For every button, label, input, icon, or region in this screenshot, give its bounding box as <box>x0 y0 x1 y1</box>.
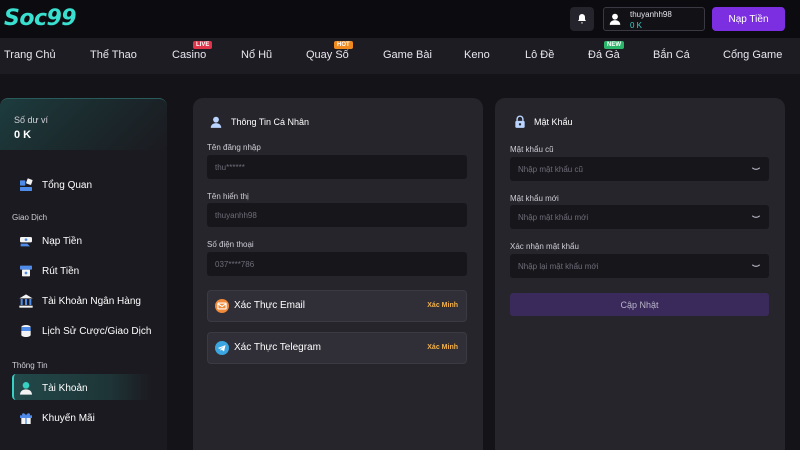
live-badge: LIVE <box>193 41 213 49</box>
sidebar-item-history[interactable]: Lịch Sử Cược/Giao Dịch <box>18 322 151 340</box>
telegram-verify-action[interactable]: Xác Minh <box>427 344 458 351</box>
sidebar-label: Tài Khoản <box>42 382 88 394</box>
sidebar-label: Tổng Quan <box>42 179 93 191</box>
sidebar-item-promotions[interactable]: Khuyến Mãi <box>18 409 95 427</box>
nav-label: Đá Gà <box>588 49 620 61</box>
overview-icon <box>20 178 33 191</box>
nav-item-sports[interactable]: Thể Thao <box>90 49 137 61</box>
sidebar-section-info: Thông Tin <box>12 361 48 370</box>
telegram-icon <box>215 341 229 355</box>
lock-icon <box>515 115 525 128</box>
username-label: Tên đăng nhập <box>207 143 261 152</box>
top-header: Soc99 thuyanhh98 0 K Nạp Tiền <box>0 0 800 38</box>
sidebar-item-account[interactable]: Tài Khoản <box>18 379 88 397</box>
hot-badge: HOT <box>334 41 353 49</box>
nav-label: Bắn Cá <box>653 49 690 61</box>
nav-label: Trang Chủ <box>4 49 56 61</box>
show-password-icon[interactable] <box>751 261 761 271</box>
show-password-icon[interactable] <box>751 212 761 222</box>
show-password-icon[interactable] <box>751 164 761 174</box>
email-verify-row[interactable]: Xác Thực Email Xác Minh <box>207 290 467 322</box>
nav-item-fishing[interactable]: Bắn Cá <box>653 49 690 61</box>
nav-item-lottery[interactable]: HOT Quay Số <box>306 41 353 61</box>
sidebar-label: Nạp Tiền <box>42 235 83 247</box>
nav-label: Thể Thao <box>90 49 137 61</box>
deposit-button[interactable]: Nạp Tiền <box>712 7 785 31</box>
wallet-balance-value: 0 K <box>14 129 32 141</box>
profile-panel-title: Thông Tin Cá Nhân <box>209 115 309 129</box>
email-verify-text: Xác Thực Email <box>234 300 305 311</box>
password-title-text: Mật Khẩu <box>534 117 573 127</box>
nav-label: Lô Đề <box>525 49 555 61</box>
deposit-icon <box>20 237 32 247</box>
display-name-field: thuyanhh98 <box>207 203 467 227</box>
display-name-label: Tên hiển thị <box>207 192 249 201</box>
profile-title-text: Thông Tin Cá Nhân <box>231 117 310 127</box>
account-sidebar: Số dư ví 0 K Tổng Quan Giao Dịch Nạp Tiề… <box>0 98 167 450</box>
username-field: thu****** <box>207 155 467 179</box>
nav-label: Cổng Game <box>723 49 783 61</box>
gift-icon <box>20 413 32 424</box>
history-icon <box>21 325 31 337</box>
user-account-box[interactable]: thuyanhh98 0 K <box>603 7 705 31</box>
sidebar-label: Tài Khoản Ngân Hàng <box>42 295 141 307</box>
new-password-placeholder: Nhập mật khẩu mới <box>518 212 589 222</box>
nav-item-cockfight[interactable]: NEW Đá Gà <box>588 41 624 61</box>
nav-item-home[interactable]: Trang Chủ <box>4 49 56 61</box>
old-password-placeholder: Nhập mật khẩu cũ <box>518 164 583 174</box>
wallet-balance-label: Số dư ví <box>14 115 49 125</box>
withdraw-icon <box>20 265 32 277</box>
nav-item-casino[interactable]: LIVE Casino <box>172 41 213 61</box>
bank-icon <box>19 294 33 308</box>
phone-label: Số điện thoại <box>207 240 254 249</box>
sidebar-label: Lịch Sử Cược/Giao Dịch <box>42 325 152 337</box>
sidebar-section-transactions: Giao Dịch <box>12 213 48 222</box>
user-icon <box>210 116 222 128</box>
nav-label: Keno <box>464 49 490 61</box>
nav-label: Nổ Hũ <box>241 49 273 61</box>
sidebar-item-withdraw[interactable]: Rút Tiền <box>18 262 79 280</box>
nav-item-card-games[interactable]: Game Bài <box>383 49 432 61</box>
site-logo[interactable]: Soc99 <box>4 6 77 31</box>
email-icon <box>215 299 229 313</box>
new-password-input[interactable]: Nhập mật khẩu mới <box>510 205 769 229</box>
sidebar-label: Khuyến Mãi <box>42 412 95 424</box>
user-avatar-icon <box>609 13 621 25</box>
nav-item-slots[interactable]: Nổ Hũ <box>241 49 272 61</box>
sidebar-label: Rút Tiền <box>42 265 80 277</box>
old-password-label: Mật khẩu cũ <box>510 145 554 154</box>
password-panel-title: Mật Khẩu <box>514 115 573 129</box>
nav-item-lode[interactable]: Lô Đề <box>525 49 554 61</box>
wallet-balance-card: Số dư ví 0 K <box>0 98 167 150</box>
nav-label: Casino <box>172 49 207 61</box>
sidebar-item-overview[interactable]: Tổng Quan <box>18 176 92 194</box>
update-password-button[interactable]: Cập Nhật <box>510 293 769 316</box>
header-balance: 0 K <box>630 21 643 30</box>
nav-item-game-portal[interactable]: Cổng Game <box>723 49 782 61</box>
nav-label: Game Bài <box>383 49 432 61</box>
nav-item-keno[interactable]: Keno <box>464 49 490 61</box>
telegram-verify-row[interactable]: Xác Thực Telegram Xác Minh <box>207 332 467 364</box>
new-badge: NEW <box>604 41 624 49</box>
new-password-label: Mật khẩu mới <box>510 194 559 203</box>
confirm-password-input[interactable]: Nhập lại mật khẩu mới <box>510 254 769 278</box>
confirm-password-label: Xác nhận mật khẩu <box>510 242 579 251</box>
notification-button[interactable] <box>570 7 594 31</box>
nav-label: Quay Số <box>306 49 349 61</box>
phone-field: 037****786 <box>207 252 467 276</box>
sidebar-item-bank-account[interactable]: Tài Khoản Ngân Hàng <box>18 292 141 310</box>
account-icon <box>20 382 32 395</box>
telegram-verify-text: Xác Thực Telegram <box>234 342 321 353</box>
email-verify-action[interactable]: Xác Minh <box>427 302 458 309</box>
username-text: thuyanhh98 <box>630 10 672 19</box>
old-password-input[interactable]: Nhập mật khẩu cũ <box>510 157 769 181</box>
sidebar-item-deposit[interactable]: Nạp Tiền <box>18 232 82 250</box>
confirm-password-placeholder: Nhập lại mật khẩu mới <box>518 261 599 271</box>
bell-icon <box>578 14 586 24</box>
main-nav: Trang Chủ Thể Thao LIVE Casino Nổ Hũ HOT… <box>0 38 800 74</box>
